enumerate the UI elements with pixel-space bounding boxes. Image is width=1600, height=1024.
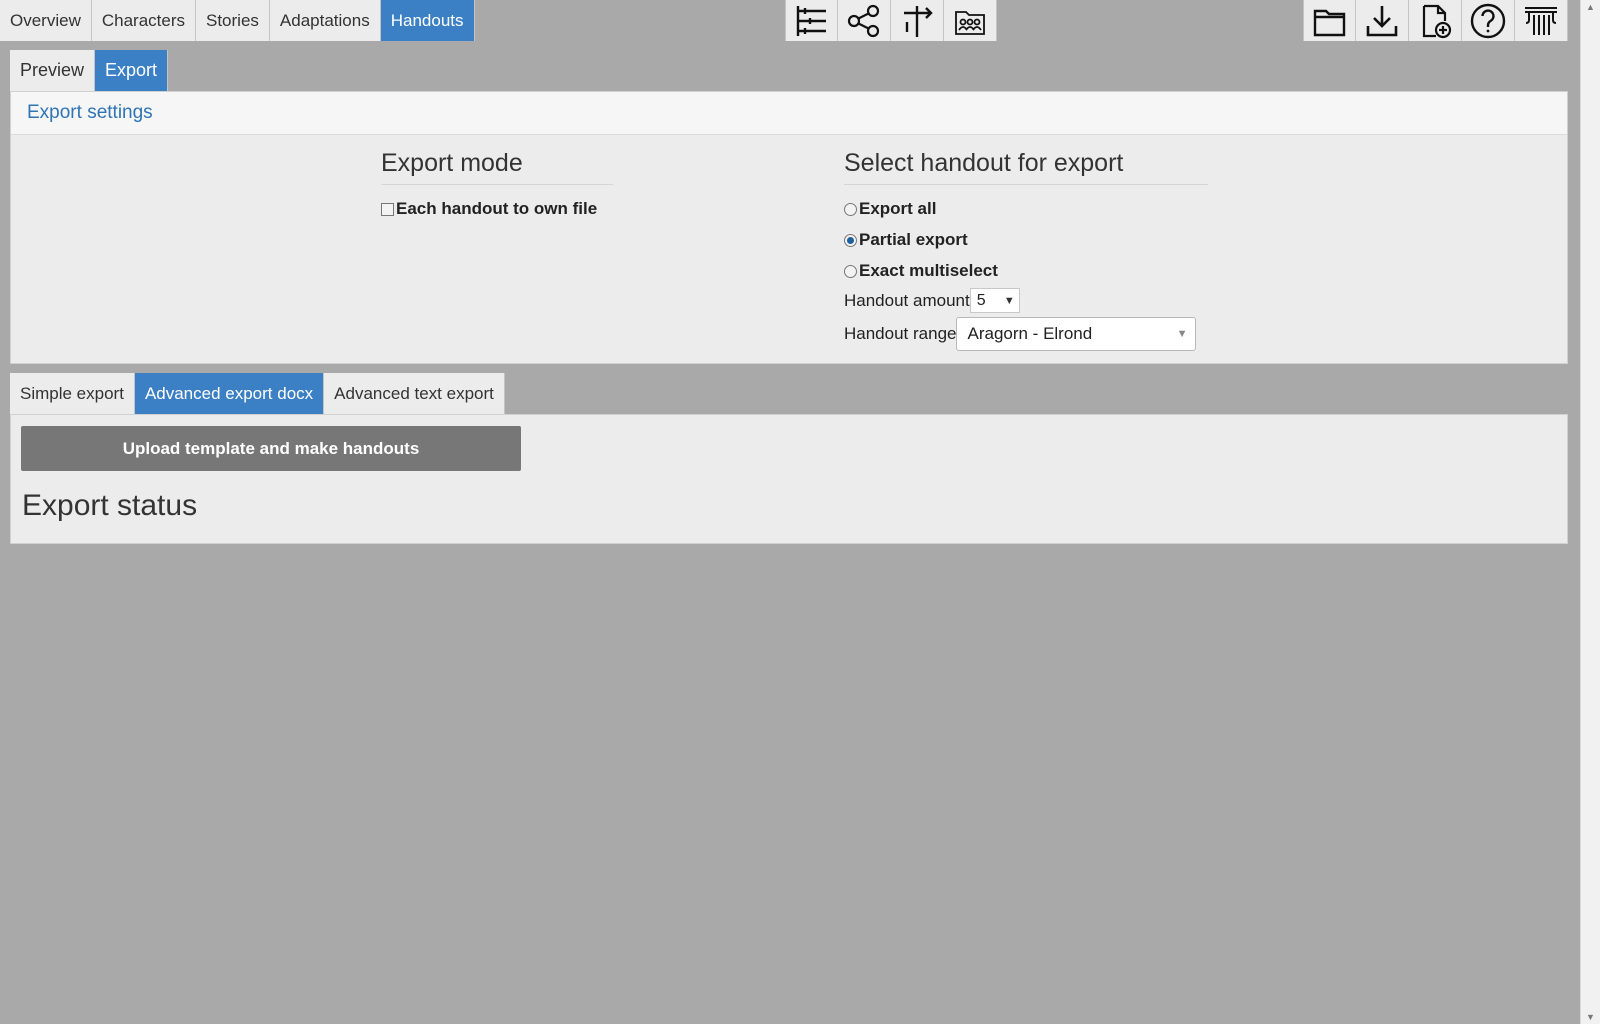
exact-multiselect-option[interactable]: Exact multiselect — [844, 261, 1208, 281]
vertical-scrollbar[interactable]: ▲ ▼ — [1580, 0, 1600, 1024]
tab-characters[interactable]: Characters — [91, 0, 196, 41]
handout-range-value: Aragorn - Elrond — [967, 324, 1093, 343]
open-folder-icon[interactable] — [1303, 0, 1356, 41]
export-mode-heading: Export mode — [381, 149, 613, 185]
logo-column-icon[interactable] — [1515, 0, 1568, 41]
export-all-label: Export all — [859, 199, 937, 218]
center-toolbar — [785, 0, 997, 41]
export-settings-title[interactable]: Export settings — [11, 92, 1567, 135]
export-all-radio[interactable] — [844, 202, 857, 216]
tab-handouts[interactable]: Handouts — [380, 0, 475, 41]
right-toolbar — [1303, 0, 1568, 41]
tab-simple-export[interactable]: Simple export — [10, 373, 135, 414]
export-mode-section: Export mode Each handout to own file — [381, 149, 613, 219]
handout-amount-select[interactable]: 5 ▼ — [969, 288, 1020, 313]
export-status-title: Export status — [22, 489, 198, 522]
partial-export-label: Partial export — [859, 230, 968, 249]
export-settings-panel: Export settings Export mode Each handout… — [10, 91, 1568, 364]
export-type-tabs: Simple export Advanced export docx Advan… — [10, 373, 505, 414]
select-handout-section: Select handout for export Export all Par… — [844, 149, 1208, 351]
tab-stories[interactable]: Stories — [196, 0, 270, 41]
scroll-down-icon[interactable]: ▼ — [1586, 1012, 1595, 1022]
each-handout-checkbox[interactable] — [381, 202, 394, 216]
tab-advanced-export-docx[interactable]: Advanced export docx — [134, 373, 325, 414]
each-handout-label: Each handout to own file — [396, 199, 598, 218]
partial-export-option[interactable]: Partial export — [844, 230, 1208, 250]
download-icon[interactable] — [1356, 0, 1409, 41]
exact-multiselect-radio[interactable] — [844, 264, 857, 278]
each-handout-option[interactable]: Each handout to own file — [381, 199, 613, 219]
partial-export-radio[interactable] — [844, 233, 857, 247]
group-folder-icon[interactable] — [944, 0, 997, 41]
exact-multiselect-label: Exact multiselect — [859, 261, 998, 280]
tab-export[interactable]: Export — [95, 50, 169, 91]
upload-template-button[interactable]: Upload template and make handouts — [21, 426, 521, 471]
tab-advanced-text-export[interactable]: Advanced text export — [324, 373, 505, 414]
advanced-export-panel: Upload template and make handouts Export… — [10, 414, 1568, 544]
handout-amount-row: Handout amount 5 ▼ — [844, 288, 1208, 313]
timeline-list-icon[interactable] — [785, 0, 838, 41]
share-nodes-icon[interactable] — [838, 0, 891, 41]
main-tabs: Overview Characters Stories Adaptations … — [0, 0, 475, 41]
handout-amount-label: Handout amount — [844, 290, 970, 310]
handout-range-row: Handout range Aragorn - Elrond ▼ — [844, 317, 1208, 351]
handout-range-label: Handout range — [844, 324, 957, 343]
signpost-icon[interactable] — [891, 0, 944, 41]
handout-amount-value: 5 — [976, 291, 986, 309]
handout-range-select[interactable]: Aragorn - Elrond ▼ — [956, 317, 1197, 351]
export-all-option[interactable]: Export all — [844, 199, 1208, 219]
handout-subtabs: Preview Export — [10, 50, 169, 91]
chevron-down-icon: ▼ — [1003, 294, 1015, 307]
scroll-up-icon[interactable]: ▲ — [1586, 2, 1595, 12]
help-icon[interactable] — [1462, 0, 1515, 41]
chevron-down-icon: ▼ — [1176, 328, 1188, 340]
tab-preview[interactable]: Preview — [10, 50, 96, 91]
tab-adaptations[interactable]: Adaptations — [269, 0, 381, 41]
new-file-icon[interactable] — [1409, 0, 1462, 41]
tab-overview[interactable]: Overview — [0, 0, 92, 41]
select-handout-heading: Select handout for export — [844, 149, 1208, 185]
